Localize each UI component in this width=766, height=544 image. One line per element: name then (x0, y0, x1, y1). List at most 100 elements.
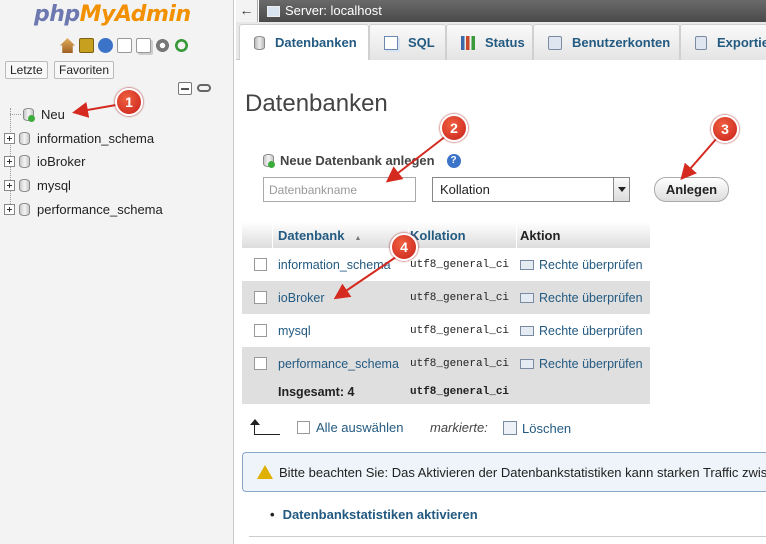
home-icon[interactable] (60, 38, 75, 53)
collation-cell: utf8_general_ci (410, 324, 510, 337)
check-privileges-label[interactable]: Rechte überprüfen (539, 357, 643, 371)
tree-item-label[interactable]: Neu (41, 107, 65, 122)
database-icon (19, 154, 30, 168)
expand-icon[interactable] (4, 132, 15, 144)
new-database-icon (23, 107, 35, 122)
favorites-button[interactable]: Favoriten (54, 61, 115, 79)
annotation-arrow-3 (680, 137, 718, 181)
tree-item-database[interactable]: performance_schema (4, 199, 163, 219)
tree-item-database[interactable]: mysql (4, 175, 71, 195)
delete-icon[interactable] (503, 421, 517, 435)
settings-icon[interactable] (155, 38, 170, 53)
collapse-all-icon[interactable] (178, 82, 192, 95)
column-header-collation[interactable]: Kollation (410, 228, 520, 243)
help-icon[interactable]: ? (446, 153, 461, 168)
recent-button[interactable]: Letzte (5, 61, 48, 79)
column-header-action: Aktion (520, 227, 561, 243)
page-title: Datenbanken (245, 90, 388, 117)
database-name-input[interactable] (263, 177, 416, 202)
tab-label: Datenbanken (275, 35, 357, 50)
tree-item-label[interactable]: mysql (37, 178, 71, 193)
expand-icon[interactable] (4, 203, 15, 215)
database-link[interactable]: information_schema (278, 258, 410, 272)
check-privileges-label[interactable]: Rechte überprüfen (539, 258, 643, 272)
select-all-checkbox[interactable] (297, 421, 310, 434)
annotation-badge: 3 (711, 115, 739, 143)
tab-sql[interactable]: SQL (369, 24, 446, 60)
link-with-main-icon[interactable] (197, 84, 211, 92)
check-privileges-link[interactable]: Rechte überprüfen (520, 258, 650, 272)
annotation-badge: 1 (115, 88, 143, 116)
help-icon[interactable] (98, 38, 113, 53)
header-divider (516, 222, 517, 248)
tree-item-database[interactable]: information_schema (4, 128, 154, 148)
collation-select[interactable]: Kollation (432, 177, 630, 202)
tree-item-label[interactable]: information_schema (37, 131, 154, 146)
row-checkbox[interactable] (253, 324, 267, 337)
check-privileges-label[interactable]: Rechte überprüfen (539, 291, 643, 305)
tab-user-accounts[interactable]: Benutzerkonten (533, 24, 680, 60)
database-link[interactable]: mysql (278, 324, 410, 338)
logo-php-text: php (34, 2, 80, 27)
enable-statistics-link[interactable]: Datenbankstatistiken aktivieren (283, 507, 478, 522)
check-privileges-link[interactable]: Rechte überprüfen (520, 357, 650, 371)
back-button[interactable]: ← (236, 0, 258, 22)
arrow-ltr-icon (250, 419, 280, 435)
database-icon (254, 35, 265, 50)
tab-bar: Datenbanken SQL Status Benutzerkonten Ex… (236, 22, 766, 60)
row-checkbox[interactable] (253, 291, 267, 304)
collation-cell: utf8_general_ci (410, 258, 510, 271)
table-row: ioBroker utf8_general_ci Rechte überprüf… (242, 281, 650, 314)
create-button[interactable]: Anlegen (654, 177, 729, 202)
sort-asc-icon[interactable]: ▲ (354, 235, 361, 242)
tab-status[interactable]: Status (446, 24, 533, 60)
tree-item-database[interactable]: ioBroker (4, 151, 85, 171)
sql-icon (384, 35, 398, 50)
row-checkbox[interactable] (253, 357, 267, 370)
column-header-database[interactable]: Datenbank ▲ (278, 228, 410, 243)
tab-export[interactable]: Exportie (680, 24, 766, 60)
privileges-icon (520, 259, 534, 270)
with-selected-label: markierte: (430, 420, 488, 435)
select-all-label[interactable]: Alle auswählen (316, 420, 403, 435)
server-breadcrumb[interactable]: Server: localhost (285, 0, 382, 22)
tree-item-label[interactable]: ioBroker (37, 154, 85, 169)
chevron-down-icon[interactable] (613, 178, 629, 201)
warning-icon (257, 465, 273, 479)
annotation-badge: 2 (440, 114, 468, 142)
column-header-label: Datenbank (278, 227, 345, 243)
database-icon (19, 202, 30, 216)
tree-item-label[interactable]: performance_schema (37, 202, 163, 217)
documents-icon[interactable] (136, 38, 151, 53)
create-database-label: Neue Datenbank anlegen (280, 153, 435, 168)
privileges-icon (520, 358, 534, 369)
document-icon[interactable] (117, 38, 132, 53)
notice-text: Bitte beachten Sie: Das Aktivieren der D… (279, 464, 766, 480)
check-privileges-link[interactable]: Rechte überprüfen (520, 291, 650, 305)
phpmyadmin-logo[interactable]: phpMyAdmin (34, 2, 191, 27)
server-icon (267, 5, 280, 17)
expand-icon[interactable] (4, 179, 15, 191)
row-check-cell (242, 324, 278, 337)
reload-icon[interactable] (174, 38, 189, 53)
database-link[interactable]: ioBroker (278, 291, 410, 305)
annotation-badge: 4 (390, 233, 418, 261)
navigation-icon-bar (60, 38, 189, 54)
list-bullet: • (270, 507, 275, 522)
row-checkbox[interactable] (253, 258, 267, 271)
total-collation: utf8_general_ci (410, 386, 510, 398)
check-privileges-link[interactable]: Rechte überprüfen (520, 324, 650, 338)
total-label: Insgesamt: 4 (278, 385, 355, 399)
tab-label: Benutzerkonten (572, 35, 671, 50)
tree-item-new[interactable]: Neu (4, 104, 65, 124)
expand-icon[interactable] (4, 155, 15, 167)
database-icon (19, 178, 30, 192)
database-link[interactable]: performance_schema (278, 357, 410, 371)
collation-value: Kollation (440, 182, 490, 197)
status-icon (461, 35, 475, 50)
tab-databases[interactable]: Datenbanken (239, 24, 369, 60)
exit-icon[interactable] (79, 38, 94, 53)
check-privileges-label[interactable]: Rechte überprüfen (539, 324, 643, 338)
delete-button[interactable]: Löschen (522, 421, 571, 436)
database-icon (19, 131, 30, 145)
